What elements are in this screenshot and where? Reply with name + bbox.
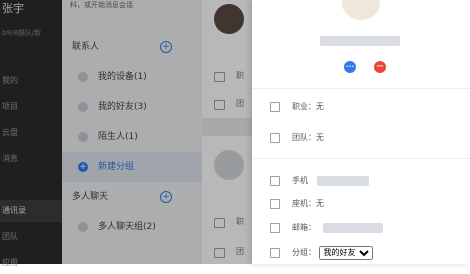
- group-label: 分组：: [292, 248, 316, 257]
- job-icon: [270, 101, 280, 112]
- email-icon: [270, 222, 280, 233]
- detail-job-row: 职业：无: [270, 99, 324, 115]
- contact-card[interactable]: 职 团: [202, 136, 252, 264]
- group-chat-label: 多人聊天组(2): [98, 222, 156, 232]
- nav-item-projects[interactable]: 项目: [0, 96, 62, 118]
- flag-icon: [214, 248, 225, 258]
- nav-item-messages[interactable]: 消息: [0, 148, 62, 170]
- detail-landline-row: 座机：无: [270, 196, 324, 212]
- flag-icon: [270, 132, 280, 143]
- device-icon: [78, 72, 88, 82]
- contact-group-label: 我的设备(1): [98, 72, 147, 82]
- team-text: 团队：无: [292, 133, 324, 142]
- group-chat-section-title: 多人聊天: [72, 192, 109, 202]
- group-icon: [270, 247, 280, 258]
- contact-group-label: 我的好友(3): [98, 102, 147, 112]
- nav-item-team[interactable]: 团队: [0, 226, 62, 248]
- left-nav: 张宇 b9/8部队/新 我的 项目 云盘 消息 通讯录 团队 应用: [0, 0, 62, 267]
- detail-team-row: 团队：无: [270, 130, 324, 146]
- new-group-label: 新建分组: [98, 162, 135, 172]
- group-chat-icon: [78, 222, 88, 232]
- contacts-section-title: 联系人: [72, 42, 100, 52]
- contact-card[interactable]: 职 团: [202, 0, 252, 118]
- flag-icon: [214, 100, 225, 110]
- stranger-icon: [78, 132, 88, 142]
- avatar-placeholder: [214, 150, 244, 180]
- contact-cards: 职 团 职 团: [202, 0, 252, 264]
- contact-detail-panel: ••• − 职业：无 团队：无 手机 座机：无 邮箱： 分组： 我的好友: [252, 0, 470, 264]
- friends-icon: [78, 102, 88, 112]
- avatar: [214, 4, 244, 34]
- user-name: 张宇: [2, 2, 24, 15]
- job-text: 职业：无: [292, 102, 324, 111]
- detail-name-blurred: [320, 36, 400, 47]
- contact-group-devices[interactable]: 我的设备(1): [62, 62, 202, 92]
- job-icon: [214, 72, 225, 82]
- group-chat-section: 多人聊天 +: [62, 182, 202, 212]
- group-chat-item[interactable]: 多人聊天组(2): [62, 212, 202, 242]
- contact-group-friends[interactable]: 我的好友(3): [62, 92, 202, 122]
- nav-item-contacts[interactable]: 通讯录: [0, 200, 62, 222]
- job-icon: [214, 218, 225, 228]
- message-button[interactable]: •••: [344, 61, 356, 73]
- remove-contact-button[interactable]: −: [374, 61, 386, 73]
- card-row-label: 职: [236, 71, 244, 80]
- detail-phone-row: 手机: [270, 173, 369, 189]
- plus-icon: +: [78, 162, 88, 172]
- divider: [252, 158, 470, 159]
- detail-group-row: 分组： 我的好友: [270, 245, 373, 261]
- add-group-chat-icon[interactable]: +: [160, 191, 172, 203]
- contacts-hint: 科，或开始消息会话: [70, 1, 133, 9]
- divider: [252, 88, 470, 89]
- detail-avatar: [342, 0, 380, 20]
- nav-item-mine[interactable]: 我的: [0, 70, 62, 92]
- blurred-email: [322, 222, 383, 233]
- contacts-panel: 科，或开始消息会话 联系人 + 我的设备(1) 我的好友(3) 陌生人(1) +…: [62, 0, 202, 264]
- user-subtitle: b9/8部队/新: [2, 29, 42, 37]
- card-row-label: 团: [236, 99, 244, 108]
- card-row-label: 职: [236, 217, 244, 226]
- nav-item-cloud[interactable]: 云盘: [0, 122, 62, 144]
- group-select[interactable]: 我的好友: [318, 245, 373, 260]
- blurred-name: [320, 36, 400, 46]
- new-group-button[interactable]: + 新建分组: [62, 152, 202, 182]
- detail-email-row: 邮箱：: [270, 220, 383, 236]
- landline-icon: [270, 198, 280, 209]
- blurred-phone: [316, 175, 369, 186]
- landline-text: 座机：无: [292, 199, 324, 208]
- contact-group-label: 陌生人(1): [98, 132, 138, 142]
- phone-icon: [270, 175, 280, 186]
- add-contact-icon[interactable]: +: [160, 41, 172, 53]
- card-row-label: 团: [236, 247, 244, 256]
- phone-label: 手机: [292, 176, 308, 185]
- email-label: 邮箱：: [292, 223, 316, 232]
- nav-item-apps[interactable]: 应用: [0, 252, 62, 274]
- contacts-section: 联系人 +: [62, 32, 202, 62]
- contact-group-strangers[interactable]: 陌生人(1): [62, 122, 202, 152]
